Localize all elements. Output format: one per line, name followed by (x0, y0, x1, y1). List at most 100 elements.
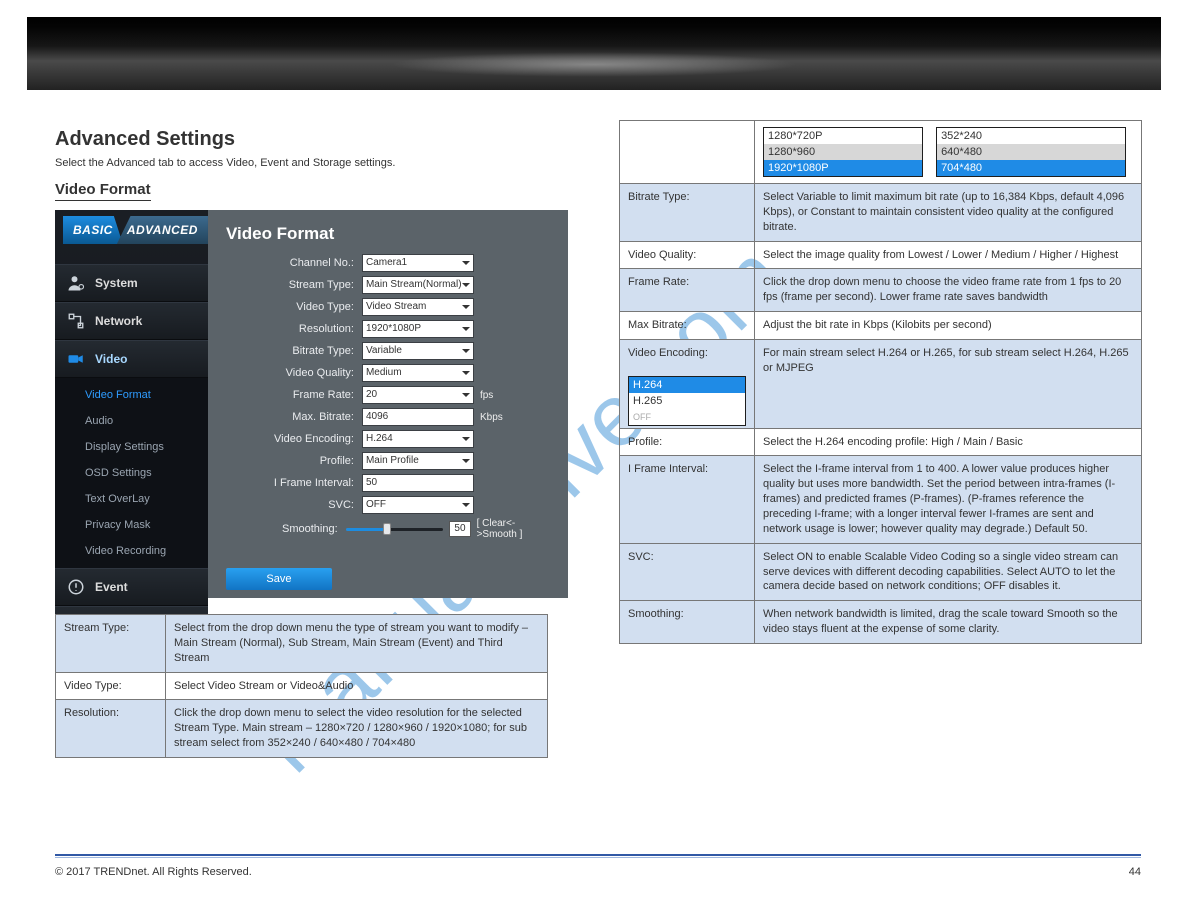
page-heading: Advanced Settings Select the Advanced ta… (55, 128, 567, 201)
save-button[interactable]: Save (226, 568, 332, 590)
video-format-screenshot: BASIC ADVANCED System Network Video Vide… (55, 210, 568, 598)
frame-rate-label: Frame Rate: (226, 389, 362, 401)
svc-select[interactable]: OFF (362, 496, 474, 514)
sidebar-item-label: System (95, 276, 138, 290)
sidebar-item-video[interactable]: Video (55, 340, 208, 378)
right-cell-label: Video Quality: (620, 241, 755, 269)
smoothing-hint: [ Clear<->Smooth ] (477, 518, 551, 540)
video-type-select[interactable]: Video Stream (362, 298, 474, 316)
right-cell-value: Select the H.264 encoding profile: High … (755, 428, 1142, 456)
encoding-label: Video Encoding: (226, 433, 362, 445)
table-row: Video Type:Select Video Stream or Video&… (56, 672, 548, 700)
right-cell-label: Frame Rate: (620, 269, 755, 312)
stream-label: Stream Type: (226, 279, 362, 291)
iframe-input[interactable]: 50 (362, 474, 474, 492)
list-item[interactable]: 1280*960 (764, 144, 922, 160)
encoding-options-list[interactable]: H.264 H.265 OFF (628, 376, 746, 426)
video-quality-select[interactable]: Medium (362, 364, 474, 382)
table-row: Frame Rate:Click the drop down menu to c… (620, 269, 1142, 312)
tab-advanced[interactable]: ADVANCED (117, 216, 208, 244)
table-row: Video Quality:Select the image quality f… (620, 241, 1142, 269)
table-row: 1280*720P 1280*960 1920*1080P 352*240 64… (620, 121, 1142, 184)
sidebar-item-event[interactable]: Event (55, 568, 208, 606)
subitem-text-overlay[interactable]: Text OverLay (55, 486, 208, 512)
smoothing-slider[interactable] (346, 521, 444, 537)
table-row: Max Bitrate:Adjust the bit rate in Kbps … (620, 312, 1142, 340)
right-cell-value: Select the image quality from Lowest / L… (755, 241, 1142, 269)
left-cell-label: Stream Type: (56, 615, 166, 673)
right-cell-label: Max Bitrate: (620, 312, 755, 340)
bitrate-type-select[interactable]: Variable (362, 342, 474, 360)
list-item[interactable]: H.264 (629, 377, 745, 393)
sidebar-item-network[interactable]: Network (55, 302, 208, 340)
right-cell-value: Select ON to enable Scalable Video Codin… (755, 543, 1142, 601)
form-panel: Video Format Channel No.:Camera1 Stream … (208, 210, 568, 598)
table-row: Resolution:Click the drop down menu to s… (56, 700, 548, 758)
smoothing-value: 50 (449, 521, 470, 537)
max-bitrate-label: Max. Bitrate: (226, 411, 362, 423)
video-type-label: Video Type: (226, 301, 362, 313)
list-item[interactable]: 352*240 (937, 128, 1125, 144)
right-cell-value: Click the drop down menu to choose the v… (755, 269, 1142, 312)
list-item[interactable]: 1920*1080P (764, 160, 922, 176)
table-row: Bitrate Type:Select Variable to limit ma… (620, 184, 1142, 242)
sidebar-item-system[interactable]: System (55, 264, 208, 302)
right-cell-value: For main stream select H.264 or H.265, f… (755, 339, 1142, 428)
section-subtitle: Select the Advanced tab to access Video,… (55, 157, 567, 169)
frame-rate-select[interactable]: 20 (362, 386, 474, 404)
subitem-privacy-mask[interactable]: Privacy Mask (55, 512, 208, 538)
right-cell-label: Smoothing: (620, 601, 755, 644)
right-cell-value: Select the I-frame interval from 1 to 40… (755, 456, 1142, 543)
right-cell-value: When network bandwidth is limited, drag … (755, 601, 1142, 644)
resolution-label: Resolution: (226, 323, 362, 335)
right-cell-label (620, 121, 755, 184)
resolution-select[interactable]: 1920*1080P (362, 320, 474, 338)
stream-select[interactable]: Main Stream(Normal) (362, 276, 474, 294)
page-number: 44 (1129, 866, 1141, 878)
subitem-display[interactable]: Display Settings (55, 434, 208, 460)
encoding-select[interactable]: H.264 (362, 430, 474, 448)
sub-resolution-list[interactable]: 352*240 640*480 704*480 (936, 127, 1126, 177)
right-cell-value: Select Variable to limit maximum bit rat… (755, 184, 1142, 242)
subsection-title: Video Format (55, 181, 151, 201)
max-bitrate-input[interactable]: 4096 (362, 408, 474, 426)
smoothing-label: Smoothing: (226, 523, 346, 535)
subitem-audio[interactable]: Audio (55, 408, 208, 434)
network-icon (67, 312, 85, 330)
subitem-video-format[interactable]: Video Format (55, 382, 208, 408)
right-cell-label: Profile: (620, 428, 755, 456)
table-row: I Frame Interval:Select the I-frame inte… (620, 456, 1142, 543)
list-item[interactable]: 640*480 (937, 144, 1125, 160)
subitem-osd[interactable]: OSD Settings (55, 460, 208, 486)
list-item[interactable]: H.265 (629, 393, 745, 409)
tabs: BASIC ADVANCED (55, 210, 208, 248)
sidebar-item-label: Event (95, 580, 128, 594)
sidebar: BASIC ADVANCED System Network Video Vide… (55, 210, 208, 598)
bitrate-type-label: Bitrate Type: (226, 345, 362, 357)
list-item[interactable]: 704*480 (937, 160, 1125, 176)
list-item[interactable]: 1280*720P (764, 128, 922, 144)
right-cell-value: Adjust the bit rate in Kbps (Kilobits pe… (755, 312, 1142, 340)
left-description-table: Stream Type:Select from the drop down me… (55, 614, 548, 758)
right-cell-label: Bitrate Type: (620, 184, 755, 242)
table-row: Smoothing:When network bandwidth is limi… (620, 601, 1142, 644)
main-resolution-list[interactable]: 1280*720P 1280*960 1920*1080P (763, 127, 923, 177)
kbps-unit: Kbps (480, 412, 503, 423)
alert-icon (67, 578, 85, 596)
top-banner (27, 17, 1161, 90)
user-gear-icon (67, 274, 85, 292)
subitem-video-recording[interactable]: Video Recording (55, 538, 208, 564)
resolution-lists: 1280*720P 1280*960 1920*1080P 352*240 64… (755, 121, 1142, 184)
channel-select[interactable]: Camera1 (362, 254, 474, 272)
tab-basic[interactable]: BASIC (63, 216, 123, 244)
profile-select[interactable]: Main Profile (362, 452, 474, 470)
camera-icon (67, 350, 85, 368)
right-cell-label: SVC: (620, 543, 755, 601)
list-item[interactable]: OFF (629, 409, 745, 425)
fps-unit: fps (480, 390, 493, 401)
left-cell-label: Resolution: (56, 700, 166, 758)
sidebar-item-label: Network (95, 314, 142, 328)
table-row: Stream Type:Select from the drop down me… (56, 615, 548, 673)
footer-rule (55, 854, 1141, 858)
table-row: Profile:Select the H.264 encoding profil… (620, 428, 1142, 456)
